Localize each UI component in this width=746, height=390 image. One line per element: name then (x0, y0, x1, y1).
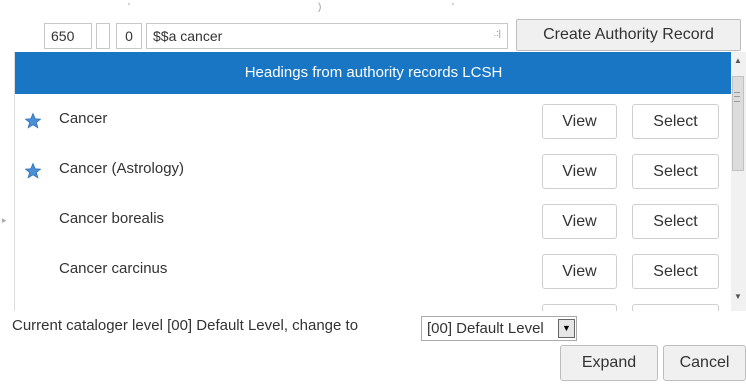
indicator2-input[interactable]: 0 (116, 23, 142, 49)
heading-row: Cancer View Select (15, 94, 732, 144)
star-icon (24, 112, 42, 129)
scroll-up-icon[interactable]: ▲ (734, 56, 742, 65)
select-button[interactable]: Select (632, 104, 719, 139)
resize-grip-icon[interactable]: .:| (494, 21, 501, 45)
select-button[interactable]: Select (632, 154, 719, 189)
heading-row: Cancer carcinus View Select (15, 244, 732, 294)
authority-headings-panel: Headings from authority records LCSH Can… (14, 52, 732, 311)
scroll-grip-icon (734, 92, 740, 102)
heading-label: Cancer borealis (59, 210, 165, 227)
heading-row: Cancer borealis View Select (15, 194, 732, 244)
scroll-thumb[interactable] (732, 76, 744, 171)
view-button[interactable]: View (542, 304, 617, 311)
partial-glyph: ' (128, 2, 130, 13)
view-button[interactable]: View (542, 154, 617, 189)
partial-glyph: ) (318, 2, 322, 13)
heading-label: Cancer (Astrology) (59, 160, 185, 177)
marc-field-row: ' ) ' 650 0 $$a cancer .:| Create Author… (0, 0, 746, 52)
select-button[interactable]: Select (632, 304, 719, 311)
view-button[interactable]: View (542, 204, 617, 239)
subfield-text: $$a cancer (153, 28, 223, 44)
cancel-button[interactable]: Cancel (663, 345, 746, 381)
scroll-down-icon[interactable]: ▼ (734, 292, 742, 301)
partial-glyph: ' (452, 2, 454, 13)
view-button[interactable]: View (542, 104, 617, 139)
chevron-down-icon[interactable]: ▼ (558, 319, 575, 338)
create-authority-record-button[interactable]: Create Authority Record (516, 19, 741, 51)
indicator1-input[interactable] (96, 23, 110, 49)
heading-row: Cancer causing agents View Select (15, 294, 732, 311)
heading-label: Cancer causing agents (59, 294, 212, 311)
heading-label: Cancer (59, 110, 108, 127)
cataloger-level-select[interactable]: [00] Default Level ▼ (421, 316, 577, 341)
panel-header: Headings from authority records LCSH (15, 52, 732, 94)
subfield-textarea[interactable]: $$a cancer .:| (146, 23, 508, 49)
heading-row: Cancer (Astrology) View Select (15, 144, 732, 194)
tag-input[interactable]: 650 (44, 23, 92, 49)
view-button[interactable]: View (542, 254, 617, 289)
expand-button[interactable]: Expand (560, 345, 658, 381)
panel-scrollbar[interactable]: ▲ ▼ (731, 52, 746, 311)
star-icon (24, 162, 42, 179)
select-button[interactable]: Select (632, 204, 719, 239)
heading-label: Cancer carcinus (59, 260, 168, 277)
scroll-grip-line (734, 96, 740, 97)
cataloger-level-label: Current cataloger level [00] Default Lev… (12, 317, 359, 334)
select-button[interactable]: Select (632, 254, 719, 289)
level-selected-value: [00] Default Level (427, 320, 544, 337)
collapse-arrow-icon[interactable]: ▸ (2, 215, 7, 226)
